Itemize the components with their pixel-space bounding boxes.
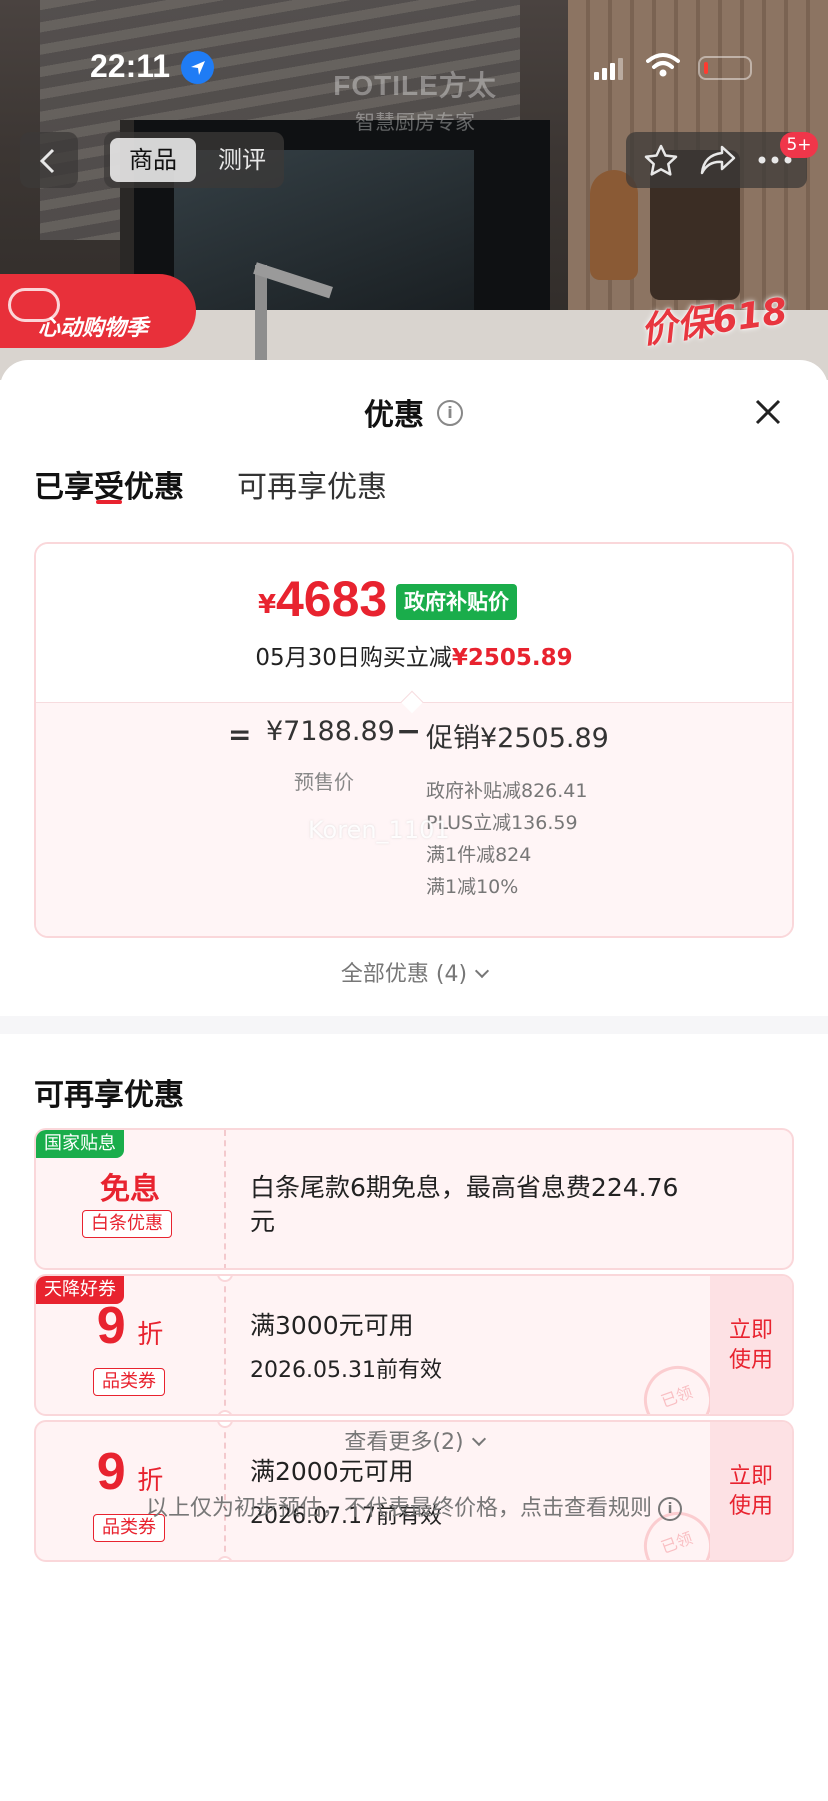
info-icon[interactable]: i — [437, 400, 463, 426]
more-menu-icon[interactable] — [758, 156, 792, 164]
use-coupon-label-1: 立即 — [728, 1318, 773, 1343]
coupon-corner-tag: 国家贴息 — [36, 1130, 124, 1158]
coupon-notch-bottom — [217, 1410, 233, 1414]
chevron-down-icon — [475, 963, 490, 979]
coupon-type-tag: 白条优惠 — [82, 1210, 172, 1238]
wifi-icon — [646, 53, 680, 77]
all-discounts-toggle[interactable]: 全部优惠 (4) — [0, 956, 828, 988]
see-more-toggle[interactable]: 查看更多(2) — [0, 1424, 828, 1456]
purchase-discount-prefix: 05月30日购买立减 — [255, 645, 452, 671]
coupon-discount-number: 9 — [96, 1297, 126, 1355]
promo-item: 满1减10% — [426, 876, 519, 898]
hero-faucet — [255, 265, 267, 375]
promo-banner-left-text: 心动购物季 — [38, 316, 149, 341]
coupon-card-interest-free[interactable]: 国家贴息 免息 白条优惠 白条尾款6期免息，最高省息费224.76 元 — [34, 1128, 794, 1270]
presale-price: ¥7188.89 — [266, 716, 395, 747]
coupon-separator — [224, 1130, 226, 1268]
coupon-card-category-1[interactable]: 天降好券 9 折 品类券 满3000元可用 2026.05.31前有效 已领 立… — [34, 1274, 794, 1416]
coupon-type-tag: 品类券 — [93, 1368, 165, 1396]
close-icon[interactable] — [754, 398, 782, 426]
coupon-expiry: 2026.05.31前有效 — [250, 1358, 442, 1383]
battery-icon — [698, 56, 752, 80]
coupon-big-text: 免息 — [100, 1172, 160, 1207]
coupon-notch-bottom — [217, 1556, 233, 1560]
discount-sheet: 优惠 i 已享受优惠 可再享优惠 ¥ 4683 政府补贴价 05月30日购买立减… — [0, 360, 828, 1801]
tab-product[interactable]: 商品 — [110, 138, 196, 182]
share-icon[interactable] — [700, 144, 736, 176]
use-coupon-button[interactable]: 立即 使用 — [710, 1276, 792, 1414]
coupon-description: 白条尾款6期免息，最高省息费224.76 — [250, 1173, 679, 1202]
status-time: 22:11 — [90, 48, 171, 84]
claimed-stamp: 已领 — [634, 1356, 722, 1414]
purchase-discount-amount: ¥2505.89 — [451, 645, 573, 671]
chevron-left-icon — [39, 148, 55, 174]
cellular-signal-icon — [594, 58, 624, 80]
coupon-discount-unit: 折 — [137, 1320, 164, 1350]
back-button[interactable] — [20, 132, 78, 188]
sheet-title-text: 优惠 — [364, 398, 424, 433]
location-arrow-icon — [181, 51, 214, 84]
final-price-currency: ¥ — [258, 590, 277, 620]
promotion-total: 促销¥2505.89 — [426, 723, 609, 754]
price-disclaimer[interactable]: 以上仅为初步预估，不代表最终价格，点击查看规则 i — [0, 1490, 828, 1522]
equals-sign: = — [228, 718, 252, 751]
minus-sign: − — [396, 714, 422, 749]
promo-item: 政府补贴减826.41 — [426, 780, 588, 802]
final-price-value: 4683 — [276, 571, 388, 627]
more-discounts-heading: 可再享优惠 — [34, 1078, 184, 1113]
coupon-threshold: 满2000元可用 — [250, 1457, 414, 1486]
chevron-down-icon — [471, 1431, 486, 1447]
price-breakdown-card: ¥ 4683 政府补贴价 05月30日购买立减¥2505.89 = ¥7188.… — [34, 542, 794, 938]
user-watermark: Koren_1101 — [308, 816, 450, 844]
purchase-discount-line: 05月30日购买立减¥2505.89 — [36, 638, 792, 672]
presale-price-label: 预售价 — [294, 770, 354, 794]
sheet-title: 优惠 — [364, 390, 424, 433]
tab-review[interactable]: 测评 — [202, 138, 282, 182]
disclaimer-text: 以上仅为初步预估，不代表最终价格，点击查看规则 — [145, 1496, 652, 1521]
info-icon: i — [658, 1497, 682, 1521]
promo-item: 满1件减824 — [426, 844, 532, 866]
status-bar: 22:11 — [0, 0, 828, 120]
see-more-label: 查看更多(2) — [344, 1430, 464, 1455]
coupon-description-cont: 元 — [250, 1207, 276, 1236]
favorite-star-icon[interactable] — [644, 144, 678, 176]
promo-banner-left: 心动购物季 — [0, 274, 196, 348]
use-coupon-label-2: 使用 — [728, 1348, 773, 1373]
message-count-badge: 5+ — [780, 132, 818, 158]
section-divider — [0, 1016, 828, 1034]
product-review-tabs: 商品 测评 — [104, 132, 284, 188]
gov-subsidy-price-tag: 政府补贴价 — [396, 584, 517, 620]
coupon-threshold: 满3000元可用 — [250, 1311, 414, 1340]
coupon-discount: 9 折 — [36, 1296, 224, 1356]
all-discounts-label: 全部优惠 (4) — [340, 962, 468, 987]
coupon-separator — [224, 1276, 226, 1414]
tab-more-discounts[interactable]: 可再享优惠 — [237, 462, 387, 506]
use-coupon-label-1: 立即 — [728, 1464, 773, 1489]
active-tab-indicator — [96, 500, 122, 504]
final-price-area: ¥ 4683 政府补贴价 05月30日购买立减¥2505.89 — [36, 544, 792, 702]
